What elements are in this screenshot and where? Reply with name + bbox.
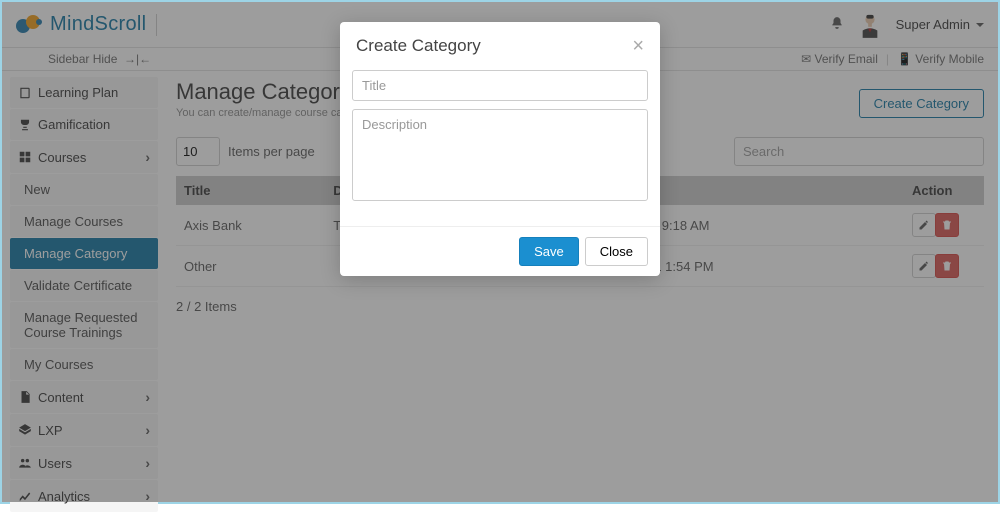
close-button[interactable]: Close <box>585 237 648 266</box>
close-icon[interactable]: × <box>632 36 644 56</box>
modal-title: Create Category <box>356 36 481 56</box>
title-field[interactable] <box>352 70 648 101</box>
modal-overlay: Create Category × Save Close <box>2 2 998 502</box>
create-category-modal: Create Category × Save Close <box>340 22 660 276</box>
description-field[interactable] <box>352 109 648 201</box>
save-button[interactable]: Save <box>519 237 579 266</box>
